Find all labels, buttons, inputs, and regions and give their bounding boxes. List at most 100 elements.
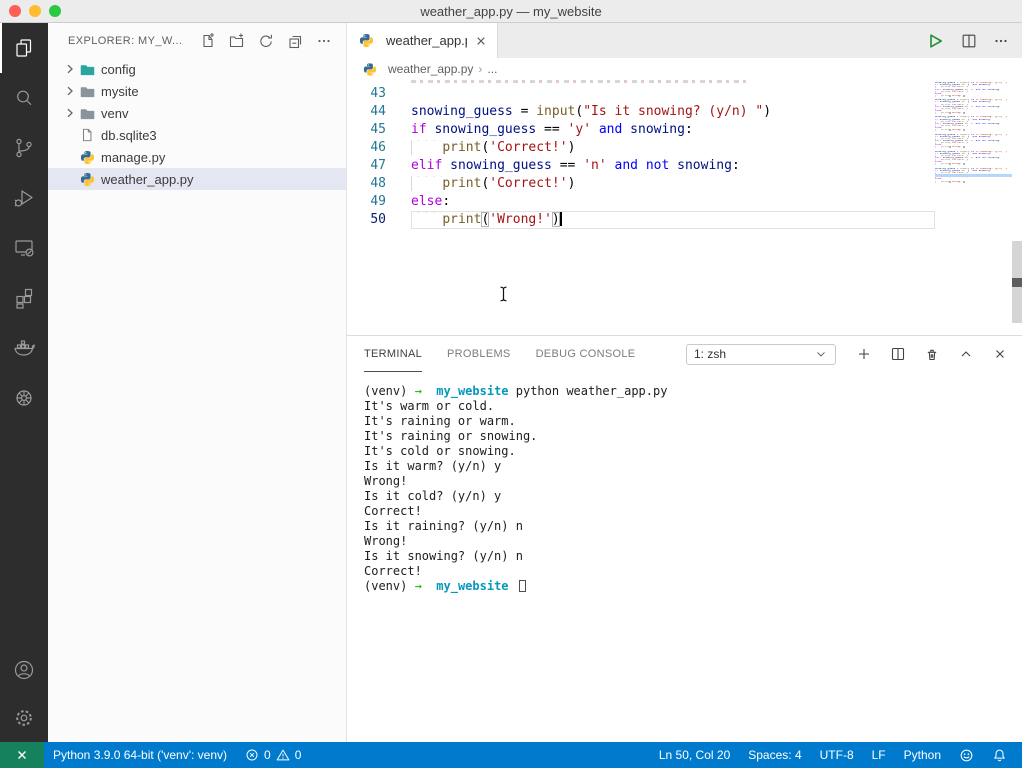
terminal-line: Is it cold? (y/n) y [364, 489, 1022, 504]
python-interpreter-status[interactable]: Python 3.9.0 64-bit ('venv': venv) [44, 742, 236, 768]
new-file-icon[interactable] [200, 33, 216, 49]
status-indentation[interactable]: Spaces: 4 [739, 742, 810, 768]
explorer-icon[interactable] [0, 23, 48, 73]
settings-gear-icon[interactable] [0, 694, 48, 742]
more-editor-actions-icon[interactable] [993, 33, 1009, 49]
workbench: EXPLORER: MY_W... configmysitevenvdb.sql… [0, 23, 1022, 742]
split-editor-icon[interactable] [960, 32, 978, 50]
terminal-line: Wrong! [364, 474, 1022, 489]
panel-tabs: TERMINAL PROBLEMS DEBUG CONSOLE [364, 336, 635, 372]
chevron-right-icon [62, 61, 79, 77]
new-folder-icon[interactable] [229, 33, 245, 49]
zoom-window-button[interactable] [49, 5, 61, 17]
terminal-line: Correct! [364, 564, 1022, 579]
more-actions-icon[interactable] [316, 33, 332, 49]
traffic-lights [9, 5, 61, 17]
terminal-line: Correct! [364, 504, 1022, 519]
shell-select-value: 1: zsh [694, 347, 726, 361]
code-line-44: 44snowing_guess = input("Is it snowing? … [347, 103, 935, 121]
code-line-50: 50 print('Wrong!') [347, 211, 935, 229]
file-name: weather_app.py [101, 172, 194, 187]
bottom-panel: TERMINAL PROBLEMS DEBUG CONSOLE 1: zsh (ve… [347, 335, 1022, 742]
panel-tab-terminal[interactable]: TERMINAL [364, 336, 422, 372]
code-editor[interactable]: 4344snowing_guess = input("Is it snowing… [347, 80, 1022, 335]
error-icon [245, 748, 259, 762]
python-icon [79, 171, 95, 187]
source-control-icon[interactable] [0, 123, 48, 173]
remote-icon [14, 747, 30, 763]
vscode-window: { "window": { "title": "weather_app.py —… [0, 0, 1022, 768]
maximize-panel-chevron-icon[interactable] [958, 346, 974, 362]
tree-item-weather-app-py[interactable]: weather_app.py [48, 168, 346, 190]
code-text: print('Wrong!') [411, 211, 935, 229]
run-and-debug-icon[interactable] [0, 173, 48, 223]
file-name: config [101, 62, 136, 77]
status-encoding[interactable]: UTF-8 [811, 742, 863, 768]
tree-item-config[interactable]: config [48, 58, 346, 80]
code-text: print('Correct!') [411, 139, 935, 157]
line-number: 49 [347, 193, 411, 211]
status-eol[interactable]: LF [863, 742, 895, 768]
breadcrumb-symbol[interactable]: ... [487, 62, 497, 76]
terminal-line: Is it snowing? (y/n) n [364, 549, 1022, 564]
code-lines: 4344snowing_guess = input("Is it snowing… [347, 85, 935, 229]
collapse-folders-icon[interactable] [287, 33, 303, 49]
minimap-current-line-highlight [935, 174, 1012, 177]
feedback-smiley-icon[interactable] [950, 742, 983, 768]
tree-item-mysite[interactable]: mysite [48, 80, 346, 102]
code-text [411, 85, 935, 103]
line-number: 50 [347, 211, 411, 229]
tab-weather-app[interactable]: weather_app.py [347, 23, 498, 58]
terminal-shell-select[interactable]: 1: zsh [686, 344, 836, 365]
tree-item-db-sqlite3[interactable]: db.sqlite3 [48, 124, 346, 146]
code-text: elif snowing_guess == 'n' and not snowin… [411, 157, 935, 175]
search-icon[interactable] [0, 73, 48, 123]
status-language-mode[interactable]: Python [895, 742, 950, 768]
refresh-icon[interactable] [258, 33, 274, 49]
minimap[interactable]: snowing_guess = input("Is it snowing? (y… [935, 80, 1012, 183]
problems-status[interactable]: 0 0 [236, 742, 310, 768]
split-terminal-icon[interactable] [890, 346, 906, 362]
kubernetes-icon[interactable] [0, 373, 48, 423]
close-window-button[interactable] [9, 5, 21, 17]
docker-icon[interactable] [0, 323, 48, 373]
extensions-icon[interactable] [0, 273, 48, 323]
close-panel-icon[interactable] [992, 346, 1008, 362]
remote-explorer-icon[interactable] [0, 223, 48, 273]
run-python-file-icon[interactable] [925, 31, 945, 51]
clipped-code-line [411, 80, 751, 83]
code-text: else: [411, 193, 935, 211]
python-file-icon [358, 33, 374, 49]
terminal-line: Is it raining? (y/n) n [364, 519, 1022, 534]
file-name: venv [101, 106, 128, 121]
tree-item-manage-py[interactable]: manage.py [48, 146, 346, 168]
breadcrumb: weather_app.py › ... [347, 58, 1022, 80]
minimize-window-button[interactable] [29, 5, 41, 17]
new-terminal-icon[interactable] [856, 346, 872, 362]
tab-close-icon[interactable] [473, 33, 489, 49]
chevron-right-icon [62, 83, 79, 99]
terminal-line: (venv) → my_website python weather_app.p… [364, 384, 1022, 399]
terminal-line: Is it warm? (y/n) y [364, 459, 1022, 474]
status-cursor-position[interactable]: Ln 50, Col 20 [650, 742, 739, 768]
terminal-output[interactable]: (venv) → my_website python weather_app.p… [347, 372, 1022, 742]
activity-bar-spacer [0, 423, 48, 646]
tree-item-venv[interactable]: venv [48, 102, 346, 124]
code-line-48: 48 print('Correct!') [347, 175, 935, 193]
remote-window-indicator[interactable] [0, 742, 44, 768]
panel-tab-problems[interactable]: PROBLEMS [447, 336, 511, 372]
line-number: 47 [347, 157, 411, 175]
panel-tab-debug-console[interactable]: DEBUG CONSOLE [536, 336, 636, 372]
sidebar-explorer: EXPLORER: MY_W... configmysitevenvdb.sql… [48, 23, 347, 742]
title-bar: weather_app.py — my_website [0, 0, 1022, 23]
code-line-46: 46 print('Correct!') [347, 139, 935, 157]
notifications-bell-icon[interactable] [983, 742, 1016, 768]
tab-bar: weather_app.py [347, 23, 1022, 58]
line-number: 43 [347, 85, 411, 103]
chevron-down-icon [814, 347, 828, 361]
python-icon [79, 149, 95, 165]
accounts-icon[interactable] [0, 646, 48, 694]
breadcrumb-file[interactable]: weather_app.py [388, 62, 473, 76]
kill-terminal-trash-icon[interactable] [924, 346, 940, 362]
warning-count: 0 [295, 748, 302, 762]
